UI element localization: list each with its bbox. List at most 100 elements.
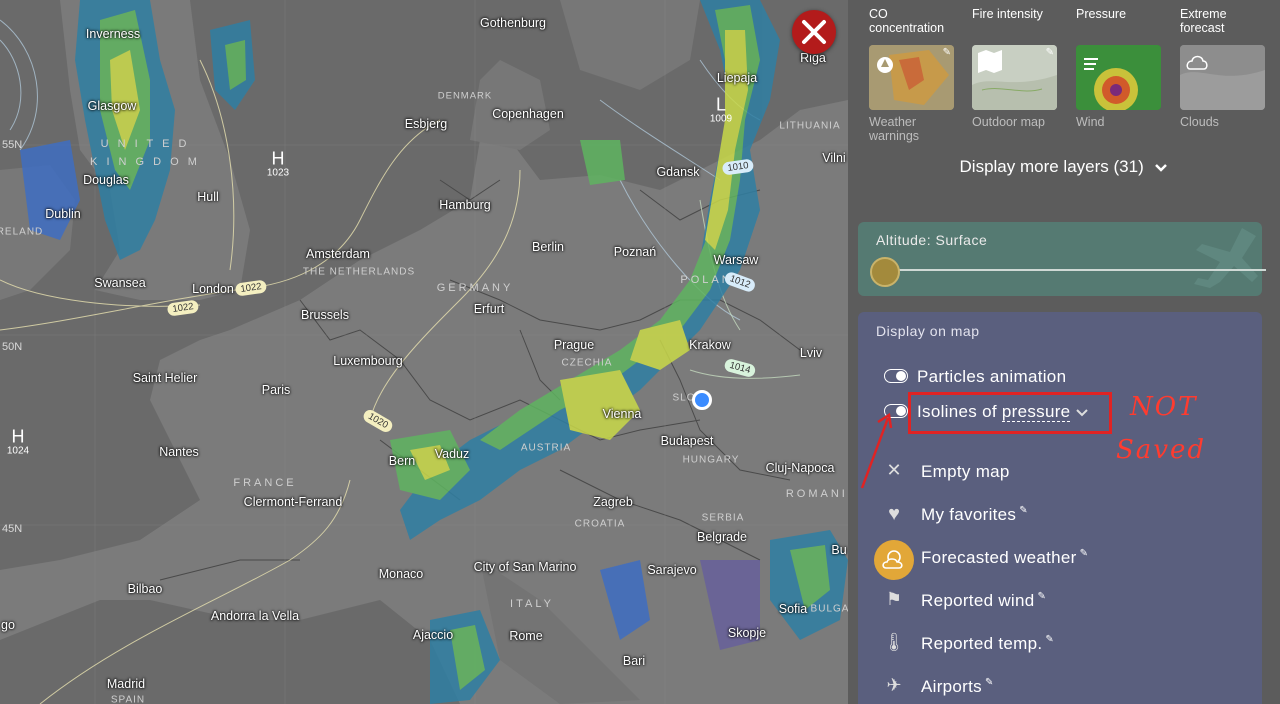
city-label: Poznań [613,245,657,259]
country-label: GERMANY [436,282,514,294]
airplane-watermark-icon [1194,228,1258,288]
heart-icon: ♥ [888,503,900,525]
weather-map[interactable]: 55N 50N 45N U N I T E D K I N G D O M DE… [0,0,848,704]
tile-label: Outdoor map [972,115,1045,129]
city-label: Madrid [106,677,146,691]
particles-animation-label[interactable]: Particles animation [917,367,1066,387]
layer-tile-weather-warnings[interactable]: ✎ [869,45,954,110]
chevron-down-icon [1155,163,1168,172]
pin-icon: ✎ [984,677,994,688]
pin-icon: ✎ [1019,505,1028,516]
city-label: Zagreb [593,495,633,509]
city-label: Ajaccio [412,628,454,642]
city-label: Vienna [602,407,642,421]
display-on-map-section: Display on map Particles animation Isoli… [858,312,1262,704]
airplane-icon: ✈ [886,675,902,695]
country-label: U N I T E D [100,138,190,150]
country-label: AUSTRIA [520,442,572,454]
windsock-icon: ⚑ [885,589,903,609]
city-label: Douglas [83,173,129,187]
layer-tile-clouds[interactable] [1180,45,1265,110]
airports-item[interactable]: Airports ✎ [921,677,994,697]
city-label: Krakow [689,338,731,352]
forecasted-weather-item[interactable]: Forecasted weather ✎ [921,548,1088,568]
city-label: Sarajevo [647,563,697,577]
close-button[interactable] [792,10,836,54]
latitude-label: 55N [2,139,23,151]
city-label: City of San Marino [473,560,577,574]
city-label: Paris [261,383,291,397]
display-on-map-title: Display on map [876,323,980,339]
city-label: Prague [553,338,595,352]
city-label: Lviv [799,346,823,360]
city-label: Warsaw [713,253,759,267]
close-icon [802,20,826,44]
altitude-control: Altitude: Surface [858,222,1266,296]
country-label: LITHUANIA [779,120,841,132]
thermometer-icon: 🌡 [882,632,906,652]
reported-wind-item[interactable]: Reported wind ✎ [921,591,1046,611]
annotation-text-not: NOT [1130,392,1198,422]
pin-icon: ✎ [1045,634,1055,645]
reported-temp-item[interactable]: Reported temp. ✎ [921,634,1054,654]
empty-map-item[interactable]: Empty map [921,462,1010,482]
country-label: THE NETHERLANDS [302,266,416,278]
particles-toggle[interactable] [884,369,908,383]
country-label: DENMARK [437,90,493,102]
layer-label-co[interactable]: CO concentration [869,7,959,35]
altitude-slider-handle[interactable] [870,257,900,287]
country-label: SPAIN [110,694,146,704]
city-label: Dublin [45,207,81,221]
annotation-arrow [860,412,893,489]
altitude-slider-track[interactable] [886,269,1266,271]
tile-label: Clouds [1180,115,1219,129]
high-pressure-marker: H 1024 [6,426,30,457]
high-pressure-marker: H 1023 [266,148,290,179]
layer-label-fire[interactable]: Fire intensity [972,7,1062,21]
annotation-highlight-box [908,392,1112,434]
city-label: Bern [388,454,416,468]
country-label: CROATIA [574,518,626,530]
city-label: Liepaja [716,71,758,85]
pin-icon: ✎ [1037,591,1047,602]
tile-label: Wind [1076,115,1105,129]
city-label: Nantes [159,445,199,459]
city-label: Gothenburg [479,16,547,30]
layer-label-pressure[interactable]: Pressure [1076,7,1166,21]
annotation-text-saved: Saved [1116,435,1207,465]
city-label: Skopje [727,626,767,640]
city-label: Berlin [532,240,564,254]
my-favorites-item[interactable]: My favorites ✎ [921,505,1028,525]
altitude-label: Altitude: Surface [876,232,988,248]
city-label: Vaduz [434,447,470,461]
pin-icon: ✎ [1045,47,1054,58]
city-label: Glasgow [87,99,137,113]
layer-tile-wind[interactable] [1076,45,1161,110]
city-label: Bari [622,654,646,668]
country-label: ITALY [510,598,554,610]
country-label: CZECHIA [561,357,613,369]
country-label: HUNGARY [682,454,740,466]
layer-tile-outdoor-map[interactable]: ✎ [972,45,1057,110]
city-label: Amsterdam [306,247,370,261]
city-label: Andorra la Vella [210,609,300,623]
city-label: Bu [831,543,847,557]
city-label: Monaco [378,567,424,581]
tile-label: Weather warnings [869,115,920,143]
latitude-label: 50N [2,341,23,353]
city-label: Clermont-Ferrand [243,495,343,509]
wind-icon [1076,45,1161,110]
country-label: FRANCE [233,477,297,489]
country-label: ROMANIA [785,488,848,500]
country-label: RELAND [0,226,44,238]
city-label: Luxembourg [333,354,403,368]
country-label: BULGA [810,603,848,615]
city-label: Sofia [778,602,808,616]
display-more-layers-button[interactable]: Display more layers (31) [848,157,1280,177]
city-label: London [192,282,234,296]
city-label: Vilni [822,151,846,165]
cloud-icon [1180,45,1265,110]
layer-label-extreme[interactable]: Extreme forecast [1180,7,1250,35]
city-label: Inverness [85,27,141,41]
more-layers-label: Display more layers (31) [959,157,1144,176]
